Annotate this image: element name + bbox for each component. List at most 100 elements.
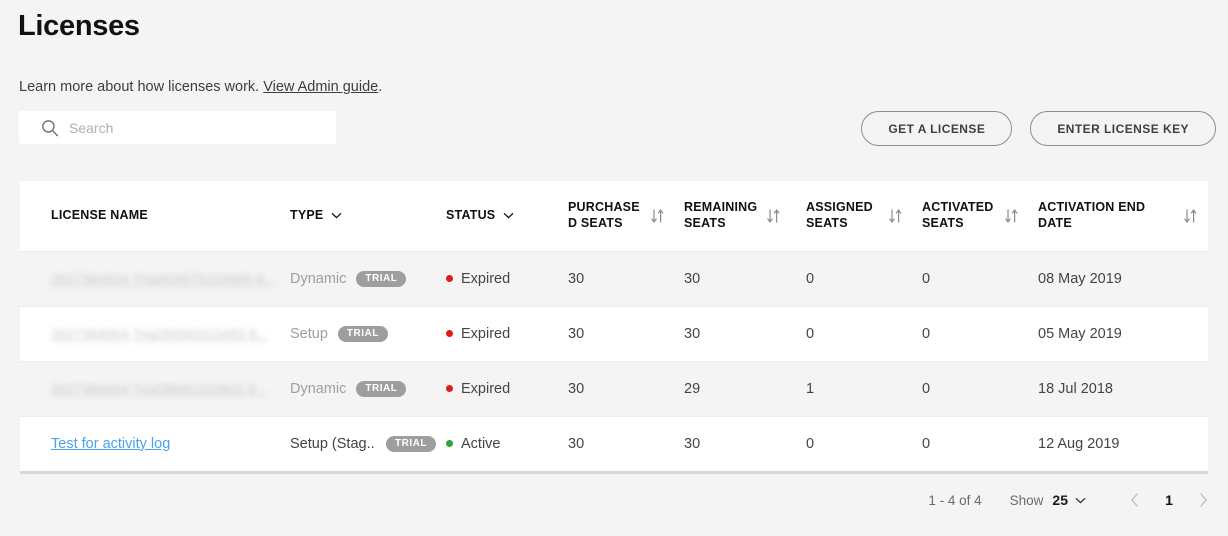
status-dot-icon — [446, 385, 453, 392]
trial-badge: TRIAL — [337, 325, 388, 342]
cell-status: Expired — [446, 361, 568, 417]
table-body: 2627384004 Trial404579154965 8... Dynami… — [20, 251, 1208, 471]
cell-remaining-seats: 29 — [684, 361, 806, 417]
subtitle-period: . — [378, 79, 383, 95]
col-license-name-label: LICENSE NAME — [51, 207, 148, 222]
table-row[interactable]: 2627384004 Trial39590315493 8... Setup T… — [20, 306, 1208, 362]
cell-status: Expired — [446, 251, 568, 307]
col-license-name[interactable]: LICENSE NAME — [20, 181, 290, 252]
status-dot-icon — [446, 440, 453, 448]
search-input[interactable] — [69, 119, 325, 136]
license-name-redacted[interactable]: 2627384004 Trial39590315493 8... — [51, 326, 268, 342]
cell-license-name[interactable]: 2627384004 Trial39590315493 8... — [20, 306, 290, 362]
pagination-range: 1 - 4 of 4 — [928, 492, 982, 508]
licenses-page: Licenses Learn more about how licenses w… — [0, 0, 1228, 536]
subtitle: Learn more about how licenses work. View… — [19, 79, 382, 95]
col-status-label: STATUS — [446, 207, 496, 222]
cell-status: Expired — [446, 306, 568, 362]
table-row[interactable]: 2627384004 Trial404579154965 8... Dynami… — [20, 251, 1208, 307]
cell-status: Active — [446, 416, 568, 471]
prev-page-button[interactable] — [1122, 487, 1148, 513]
sort-icon[interactable] — [766, 208, 781, 224]
col-purchased-seats[interactable]: PURCHASED SEATS — [568, 181, 684, 252]
table-header-row: LICENSE NAME TYPE STATUS PURCHASED SEATS… — [20, 181, 1208, 252]
col-activation-end-date[interactable]: ACTIVATION END DATE — [1038, 181, 1208, 252]
license-type: Setup (Stag... — [290, 435, 376, 452]
trial-badge: TRIAL — [386, 435, 436, 452]
license-name-redacted[interactable]: 2627384004 Trial38081152601 8... — [51, 381, 267, 397]
cell-activation-end-date: 08 May 2019 — [1038, 251, 1208, 307]
cell-assigned-seats: 0 — [806, 251, 922, 307]
cell-remaining-seats: 30 — [684, 251, 806, 307]
cell-license-name[interactable]: Test for activity log — [20, 416, 290, 471]
cell-activated-seats: 0 — [922, 416, 1038, 471]
licenses-table: LICENSE NAME TYPE STATUS PURCHASED SEATS… — [20, 181, 1208, 471]
cell-activation-end-date: 18 Jul 2018 — [1038, 361, 1208, 417]
top-actions: GET A LICENSE ENTER LICENSE KEY — [861, 111, 1216, 146]
cell-type: Dynamic TRIAL — [290, 251, 446, 307]
sort-icon[interactable] — [650, 208, 665, 224]
cell-license-name[interactable]: 2627384004 Trial404579154965 8... — [20, 251, 290, 307]
cell-remaining-seats: 30 — [684, 306, 806, 362]
col-remaining-seats[interactable]: REMAINING SEATS — [684, 181, 806, 252]
enter-license-key-button[interactable]: ENTER LICENSE KEY — [1030, 111, 1216, 146]
sort-icon[interactable] — [888, 208, 903, 224]
col-purchased-seats-label: PURCHASED SEATS — [568, 200, 640, 230]
status-dot-icon — [446, 275, 453, 282]
get-a-license-button[interactable]: GET A LICENSE — [861, 111, 1013, 146]
page-number-1[interactable]: 1 — [1156, 492, 1182, 508]
chevron-down-icon[interactable] — [331, 212, 342, 219]
col-type[interactable]: TYPE — [290, 181, 446, 252]
search-box[interactable] — [19, 111, 336, 144]
cell-activated-seats: 0 — [922, 251, 1038, 307]
col-activated-seats-label: ACTIVATED SEATS — [922, 200, 994, 230]
next-page-button[interactable] — [1190, 487, 1216, 513]
cell-activated-seats: 0 — [922, 306, 1038, 362]
col-assigned-seats[interactable]: ASSIGNED SEATS — [806, 181, 922, 252]
cell-remaining-seats: 30 — [684, 416, 806, 471]
page-size-value[interactable]: 25 — [1052, 492, 1068, 508]
status-label: Expired — [461, 380, 511, 397]
cell-purchased-seats: 30 — [568, 251, 684, 307]
col-activated-seats[interactable]: ACTIVATED SEATS — [922, 181, 1038, 252]
cell-type: Setup (Stag... TRIAL — [290, 416, 446, 471]
trial-badge: TRIAL — [356, 270, 407, 287]
pagination: 1 - 4 of 4 Show 25 1 — [928, 487, 1216, 513]
col-remaining-seats-label: REMAINING SEATS — [684, 200, 758, 230]
show-label: Show — [1009, 492, 1044, 508]
subtitle-text: Learn more about how licenses work. — [19, 79, 260, 95]
cell-purchased-seats: 30 — [568, 361, 684, 417]
search-icon — [41, 119, 59, 137]
col-type-label: TYPE — [290, 207, 324, 222]
cell-activated-seats: 0 — [922, 361, 1038, 417]
page-title: Licenses — [18, 10, 140, 42]
cell-assigned-seats: 0 — [806, 306, 922, 362]
sort-icon[interactable] — [1183, 208, 1198, 224]
cell-purchased-seats: 30 — [568, 306, 684, 362]
license-name-redacted[interactable]: 2627384004 Trial404579154965 8... — [51, 271, 276, 287]
cell-assigned-seats: 1 — [806, 361, 922, 417]
status-label: Active — [461, 435, 501, 452]
sort-icon[interactable] — [1004, 208, 1019, 224]
license-type: Setup — [290, 325, 328, 342]
table-row[interactable]: Test for activity log Setup (Stag... TRI… — [20, 416, 1208, 471]
cell-activation-end-date: 05 May 2019 — [1038, 306, 1208, 362]
cell-assigned-seats: 0 — [806, 416, 922, 471]
cell-type: Dynamic TRIAL — [290, 361, 446, 417]
trial-badge: TRIAL — [356, 380, 407, 397]
status-label: Expired — [461, 325, 511, 342]
col-status[interactable]: STATUS — [446, 181, 568, 252]
cell-activation-end-date: 12 Aug 2019 — [1038, 416, 1208, 471]
status-dot-icon — [446, 330, 453, 337]
table-header: LICENSE NAME TYPE STATUS PURCHASED SEATS… — [20, 181, 1208, 252]
license-name-link[interactable]: Test for activity log — [51, 436, 170, 452]
chevron-down-icon[interactable] — [503, 212, 514, 219]
col-assigned-seats-label: ASSIGNED SEATS — [806, 200, 873, 230]
chevron-down-icon[interactable] — [1075, 497, 1086, 504]
table-row[interactable]: 2627384004 Trial38081152601 8... Dynamic… — [20, 361, 1208, 417]
licenses-table-card: LICENSE NAME TYPE STATUS PURCHASED SEATS… — [20, 181, 1208, 474]
col-activation-end-date-label: ACTIVATION END DATE — [1038, 200, 1146, 230]
view-admin-guide-link[interactable]: View Admin guide — [263, 79, 378, 95]
cell-type: Setup TRIAL — [290, 306, 446, 362]
cell-license-name[interactable]: 2627384004 Trial38081152601 8... — [20, 361, 290, 417]
